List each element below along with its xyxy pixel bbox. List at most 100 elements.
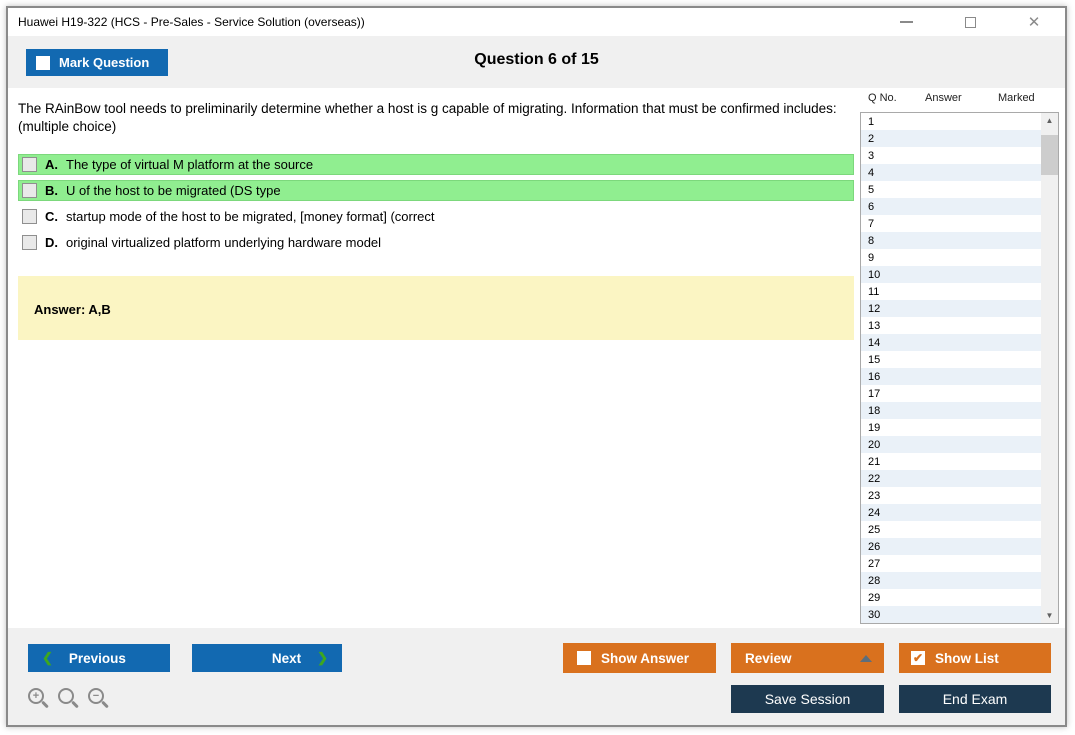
option-letter: A. [45, 157, 58, 172]
question-list-row[interactable]: 22 [861, 470, 1058, 487]
row-qno: 20 [861, 439, 918, 451]
maximize-button[interactable] [957, 12, 983, 32]
option-checkbox[interactable] [22, 183, 37, 198]
question-list-rows: 1 2 3 4 5 6 7 8 9 [861, 113, 1058, 623]
answer-option[interactable]: A. The type of virtual M platform at the… [18, 154, 854, 175]
show-list-button[interactable]: ✔ Show List [899, 643, 1051, 673]
question-list-row[interactable]: 2 [861, 130, 1058, 147]
row-qno: 17 [861, 388, 918, 400]
row-qno: 29 [861, 592, 918, 604]
review-dropdown-button[interactable]: Review [731, 643, 884, 673]
previous-button[interactable]: ❮ Previous [28, 644, 170, 672]
answer-box: Answer: A,B [18, 276, 854, 340]
option-checkbox[interactable] [22, 209, 37, 224]
option-letter: C. [45, 209, 58, 224]
answer-option[interactable]: C. startup mode of the host to be migrat… [18, 206, 854, 227]
option-checkbox[interactable] [22, 235, 37, 250]
row-qno: 4 [861, 167, 918, 179]
question-list-row[interactable]: 30 [861, 606, 1058, 623]
row-qno: 15 [861, 354, 918, 366]
question-list-row[interactable]: 6 [861, 198, 1058, 215]
row-qno: 6 [861, 201, 918, 213]
option-text: startup mode of the host to be migrated,… [66, 209, 435, 224]
row-qno: 18 [861, 405, 918, 417]
row-qno: 25 [861, 524, 918, 536]
review-label: Review [745, 651, 792, 666]
window-controls: ✕ [893, 8, 1047, 36]
options-list: A. The type of virtual M platform at the… [18, 154, 854, 258]
question-list-row[interactable]: 17 [861, 385, 1058, 402]
question-list-row[interactable]: 3 [861, 147, 1058, 164]
minimize-button[interactable] [893, 12, 919, 32]
question-list-row[interactable]: 24 [861, 504, 1058, 521]
row-qno: 23 [861, 490, 918, 502]
question-list-row[interactable]: 5 [861, 181, 1058, 198]
show-answer-button[interactable]: Show Answer [563, 643, 716, 673]
scroll-up-arrow-icon[interactable]: ▲ [1041, 113, 1058, 128]
footer-bar: ❮ Previous Next ❯ Show Answer Review ✔ S… [8, 628, 1065, 725]
row-qno: 21 [861, 456, 918, 468]
question-list-row[interactable]: 1 [861, 113, 1058, 130]
question-list-row[interactable]: 29 [861, 589, 1058, 606]
show-answer-checkbox[interactable] [577, 651, 591, 665]
question-list-row[interactable]: 20 [861, 436, 1058, 453]
question-list-row[interactable]: 21 [861, 453, 1058, 470]
option-text: U of the host to be migrated (DS type [66, 183, 281, 198]
question-list-row[interactable]: 23 [861, 487, 1058, 504]
question-list-row[interactable]: 12 [861, 300, 1058, 317]
column-qno: Q No. [868, 92, 897, 104]
show-list-checkbox[interactable]: ✔ [911, 651, 925, 665]
row-qno: 3 [861, 150, 918, 162]
answer-option[interactable]: D. original virtualized platform underly… [18, 232, 854, 253]
question-list-row[interactable]: 16 [861, 368, 1058, 385]
row-qno: 26 [861, 541, 918, 553]
end-exam-label: End Exam [943, 691, 1008, 707]
option-checkbox[interactable] [22, 157, 37, 172]
row-qno: 8 [861, 235, 918, 247]
show-list-label: Show List [935, 651, 999, 666]
question-list-row[interactable]: 11 [861, 283, 1058, 300]
question-list-scrollbar[interactable]: ▲ ▼ [1041, 113, 1058, 623]
next-button[interactable]: Next ❯ [192, 644, 342, 672]
question-list: 1 2 3 4 5 6 7 8 9 [860, 112, 1059, 624]
question-list-row[interactable]: 9 [861, 249, 1058, 266]
scrollbar-thumb[interactable] [1041, 135, 1058, 175]
row-qno: 5 [861, 184, 918, 196]
question-list-row[interactable]: 25 [861, 521, 1058, 538]
row-qno: 13 [861, 320, 918, 332]
close-icon: ✕ [1028, 15, 1041, 30]
question-list-row[interactable]: 14 [861, 334, 1058, 351]
title-bar: Huawei H19-322 (HCS - Pre-Sales - Servic… [8, 8, 1065, 36]
option-text: The type of virtual M platform at the so… [66, 157, 313, 172]
column-marked: Marked [998, 92, 1035, 104]
question-list-row[interactable]: 18 [861, 402, 1058, 419]
question-list-row[interactable]: 28 [861, 572, 1058, 589]
column-answer: Answer [925, 92, 962, 104]
save-session-label: Save Session [765, 691, 851, 707]
end-exam-button[interactable]: End Exam [899, 685, 1051, 713]
question-list-row[interactable]: 4 [861, 164, 1058, 181]
question-list-panel: Q No. Answer Marked 1 2 3 4 5 6 [860, 88, 1059, 626]
row-qno: 10 [861, 269, 918, 281]
row-qno: 7 [861, 218, 918, 230]
scroll-down-arrow-icon[interactable]: ▼ [1041, 608, 1058, 623]
zoom-reset-icon[interactable] [58, 688, 74, 704]
question-list-row[interactable]: 13 [861, 317, 1058, 334]
option-letter: D. [45, 235, 58, 250]
close-button[interactable]: ✕ [1021, 12, 1047, 32]
question-list-row[interactable]: 15 [861, 351, 1058, 368]
question-list-row[interactable]: 26 [861, 538, 1058, 555]
question-list-row[interactable]: 8 [861, 232, 1058, 249]
question-list-row[interactable]: 19 [861, 419, 1058, 436]
option-text: original virtualized platform underlying… [66, 235, 381, 250]
maximize-icon [965, 17, 976, 28]
zoom-out-icon[interactable]: − [88, 688, 104, 704]
save-session-button[interactable]: Save Session [731, 685, 884, 713]
caret-up-icon [860, 655, 872, 662]
zoom-in-icon[interactable]: + [28, 688, 44, 704]
question-list-row[interactable]: 10 [861, 266, 1058, 283]
next-label: Next [272, 651, 301, 666]
answer-option[interactable]: B. U of the host to be migrated (DS type [18, 180, 854, 201]
question-list-row[interactable]: 27 [861, 555, 1058, 572]
question-list-row[interactable]: 7 [861, 215, 1058, 232]
